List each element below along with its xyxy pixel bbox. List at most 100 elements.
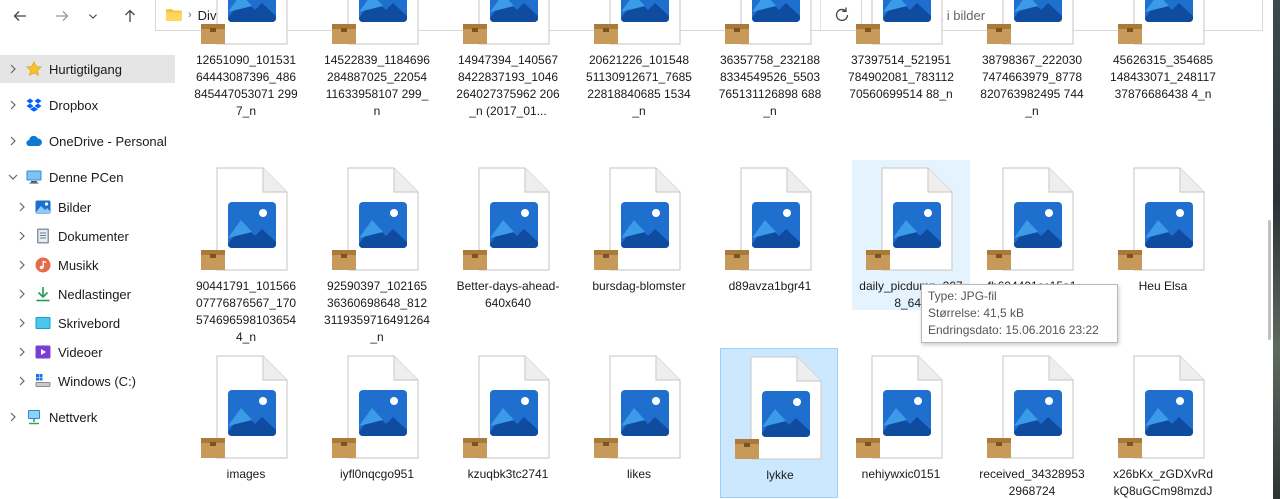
jpg-file-icon (985, 166, 1081, 276)
sidebar-item-music[interactable]: Musikk (0, 251, 175, 279)
scrollbar-thumb[interactable] (1268, 220, 1271, 340)
file-name: Heu Elsa (1138, 279, 1188, 293)
file-name: iyfl0nqcgo951 (339, 467, 415, 481)
file-item[interactable]: Heu Elsa (1104, 160, 1222, 310)
jpg-file-icon (461, 354, 557, 464)
sidebar-item-label: Skrivebord (58, 315, 121, 331)
jpg-file-icon (461, 0, 557, 50)
file-item[interactable]: 92590397_10216536360698648_8123119359716… (318, 160, 436, 344)
file-info-tooltip: Type: JPG-fil Størrelse: 41,5 kB Endring… (921, 284, 1118, 343)
chevron-right-icon[interactable] (8, 64, 18, 74)
sidebar-item-downloads[interactable]: Nedlastinger (0, 280, 175, 308)
sidebar-item-windows-c[interactable]: Windows (C:) (0, 367, 175, 395)
file-item[interactable]: iyfl0nqcgo951 (318, 348, 436, 498)
chevron-down-icon[interactable] (8, 172, 18, 182)
jpg-file-icon (330, 354, 426, 464)
onedrive-cloud-icon (26, 135, 42, 147)
file-item[interactable]: 37397514_521951784902081_783112705606995… (842, 0, 960, 101)
jpg-file-icon (733, 355, 829, 465)
file-item[interactable]: images (187, 348, 305, 498)
file-name: 14947394_1405678422837193_10462640273759… (456, 53, 560, 118)
tooltip-type: Type: JPG-fil (928, 289, 997, 303)
forward-button[interactable] (48, 4, 76, 28)
dropbox-icon (26, 98, 42, 112)
jpg-file-icon (1116, 354, 1212, 464)
sidebar-item-label: Windows (C:) (58, 373, 137, 389)
chevron-right-icon[interactable] (17, 260, 27, 270)
jpg-file-icon (1116, 0, 1212, 50)
file-item[interactable]: nehiywxic0151 (842, 348, 960, 498)
file-item[interactable]: 20621226_10154851130912671_7685228188406… (580, 0, 698, 118)
documents-icon (37, 228, 49, 244)
chevron-right-icon[interactable] (8, 136, 18, 146)
desktop-icon (35, 317, 51, 329)
jpg-file-icon (864, 166, 960, 276)
recent-locations-button[interactable] (83, 4, 103, 28)
sidebar-item-documents[interactable]: Dokumenter (0, 222, 175, 250)
file-name: 36357758_2321888334549526_55037651311268… (718, 53, 822, 118)
file-item-selected[interactable]: lykke (720, 348, 838, 498)
chevron-right-icon[interactable] (17, 347, 27, 357)
up-button[interactable] (116, 4, 144, 28)
file-item[interactable]: d89avza1bgr41 (711, 160, 829, 310)
back-button[interactable] (6, 4, 34, 28)
file-grid: 12651090_10153164443087396_4868454470530… (187, 0, 1267, 499)
sidebar-item-dropbox[interactable]: Dropbox (0, 91, 175, 119)
file-item[interactable]: 14947394_1405678422837193_10462640273759… (449, 0, 567, 118)
file-name: nehiywxic0151 (861, 467, 941, 481)
file-item[interactable]: 12651090_10153164443087396_4868454470530… (187, 0, 305, 118)
file-name: images (226, 467, 266, 481)
file-item[interactable]: 36357758_2321888334549526_55037651311268… (711, 0, 829, 118)
file-name: likes (626, 467, 651, 481)
navigation-pane: Hurtigtilgang Dropbox OneDrive - Persona… (0, 50, 175, 499)
sidebar-item-label: Dokumenter (58, 228, 129, 244)
file-name: d89avza1bgr41 (728, 279, 812, 293)
file-item[interactable]: 38798367_2220307474663979_87788207639824… (973, 0, 1091, 118)
file-name: 37397514_521951784902081_783112705606995… (848, 53, 954, 101)
jpg-file-icon (854, 354, 950, 464)
file-item[interactable]: likes (580, 348, 698, 498)
chevron-right-icon[interactable] (8, 412, 18, 422)
jpg-file-icon (985, 0, 1081, 50)
sidebar-item-this-pc[interactable]: Denne PCen (0, 163, 175, 191)
desktop-background-edge (1273, 0, 1280, 499)
chevron-right-icon[interactable] (17, 231, 27, 241)
file-item[interactable]: x26bKx_zGDXvRdkQ8uGCm98mzdJ (1104, 348, 1222, 498)
file-name: lykke (766, 468, 794, 482)
jpg-file-icon (1116, 166, 1212, 276)
file-name: kzuqbk3tc2741 (467, 467, 549, 481)
download-icon (36, 287, 50, 302)
file-item[interactable]: 45626315_354685148433071_248117378766864… (1104, 0, 1222, 101)
arrow-left-icon (13, 11, 26, 21)
jpg-file-icon (592, 354, 688, 464)
jpg-file-icon (723, 166, 819, 276)
sidebar-item-videos[interactable]: Videoer (0, 338, 175, 366)
sidebar-item-label: Bilder (58, 199, 92, 215)
file-name: 38798367_2220307474663979_87788207639824… (980, 53, 1084, 118)
chevron-right-icon[interactable] (17, 202, 27, 212)
sidebar-item-pictures[interactable]: Bilder (0, 193, 175, 221)
sidebar-item-label: Nettverk (49, 409, 98, 425)
sidebar-item-desktop[interactable]: Skrivebord (0, 309, 175, 337)
sidebar-item-quick-access[interactable]: Hurtigtilgang (0, 55, 175, 83)
file-name: 92590397_10216536360698648_8123119359716… (324, 279, 430, 344)
chevron-right-icon[interactable] (17, 318, 27, 328)
jpg-file-icon (330, 0, 426, 50)
chevron-right-icon[interactable] (17, 289, 27, 299)
chevron-right-icon[interactable] (8, 100, 18, 110)
star-icon (26, 61, 42, 76)
chevron-right-icon[interactable] (17, 376, 27, 386)
jpg-file-icon (199, 0, 295, 50)
file-item[interactable]: bursdag-blomster (580, 160, 698, 310)
file-item[interactable]: 90441791_10156607776876567_1705746965981… (187, 160, 305, 344)
sidebar-item-onedrive[interactable]: OneDrive - Personal (0, 127, 175, 155)
file-name: bursdag-blomster (592, 279, 686, 293)
sidebar-item-network[interactable]: Nettverk (0, 403, 175, 431)
sidebar-item-label: Videoer (58, 344, 103, 360)
drive-icon (35, 374, 51, 387)
file-item[interactable]: 14522839_1184696284887025_22054116339581… (318, 0, 436, 118)
file-item[interactable]: received_343289532968724 (973, 348, 1091, 498)
file-item[interactable]: Better-days-ahead-640x640 (449, 160, 567, 310)
file-item[interactable]: kzuqbk3tc2741 (449, 348, 567, 498)
file-name: 12651090_10153164443087396_4868454470530… (194, 53, 298, 118)
